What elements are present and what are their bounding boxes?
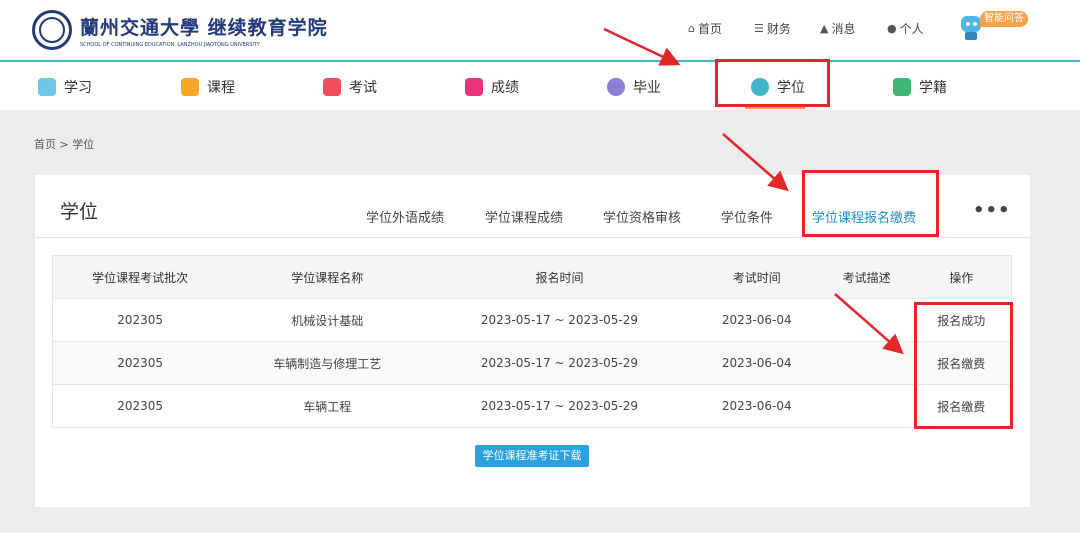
- arrow-to-degree-nav: [603, 27, 681, 66]
- arrow-to-registration-tab: [722, 133, 789, 192]
- arrow-to-action-column: [834, 293, 904, 355]
- annotation-arrows: [603, 27, 904, 355]
